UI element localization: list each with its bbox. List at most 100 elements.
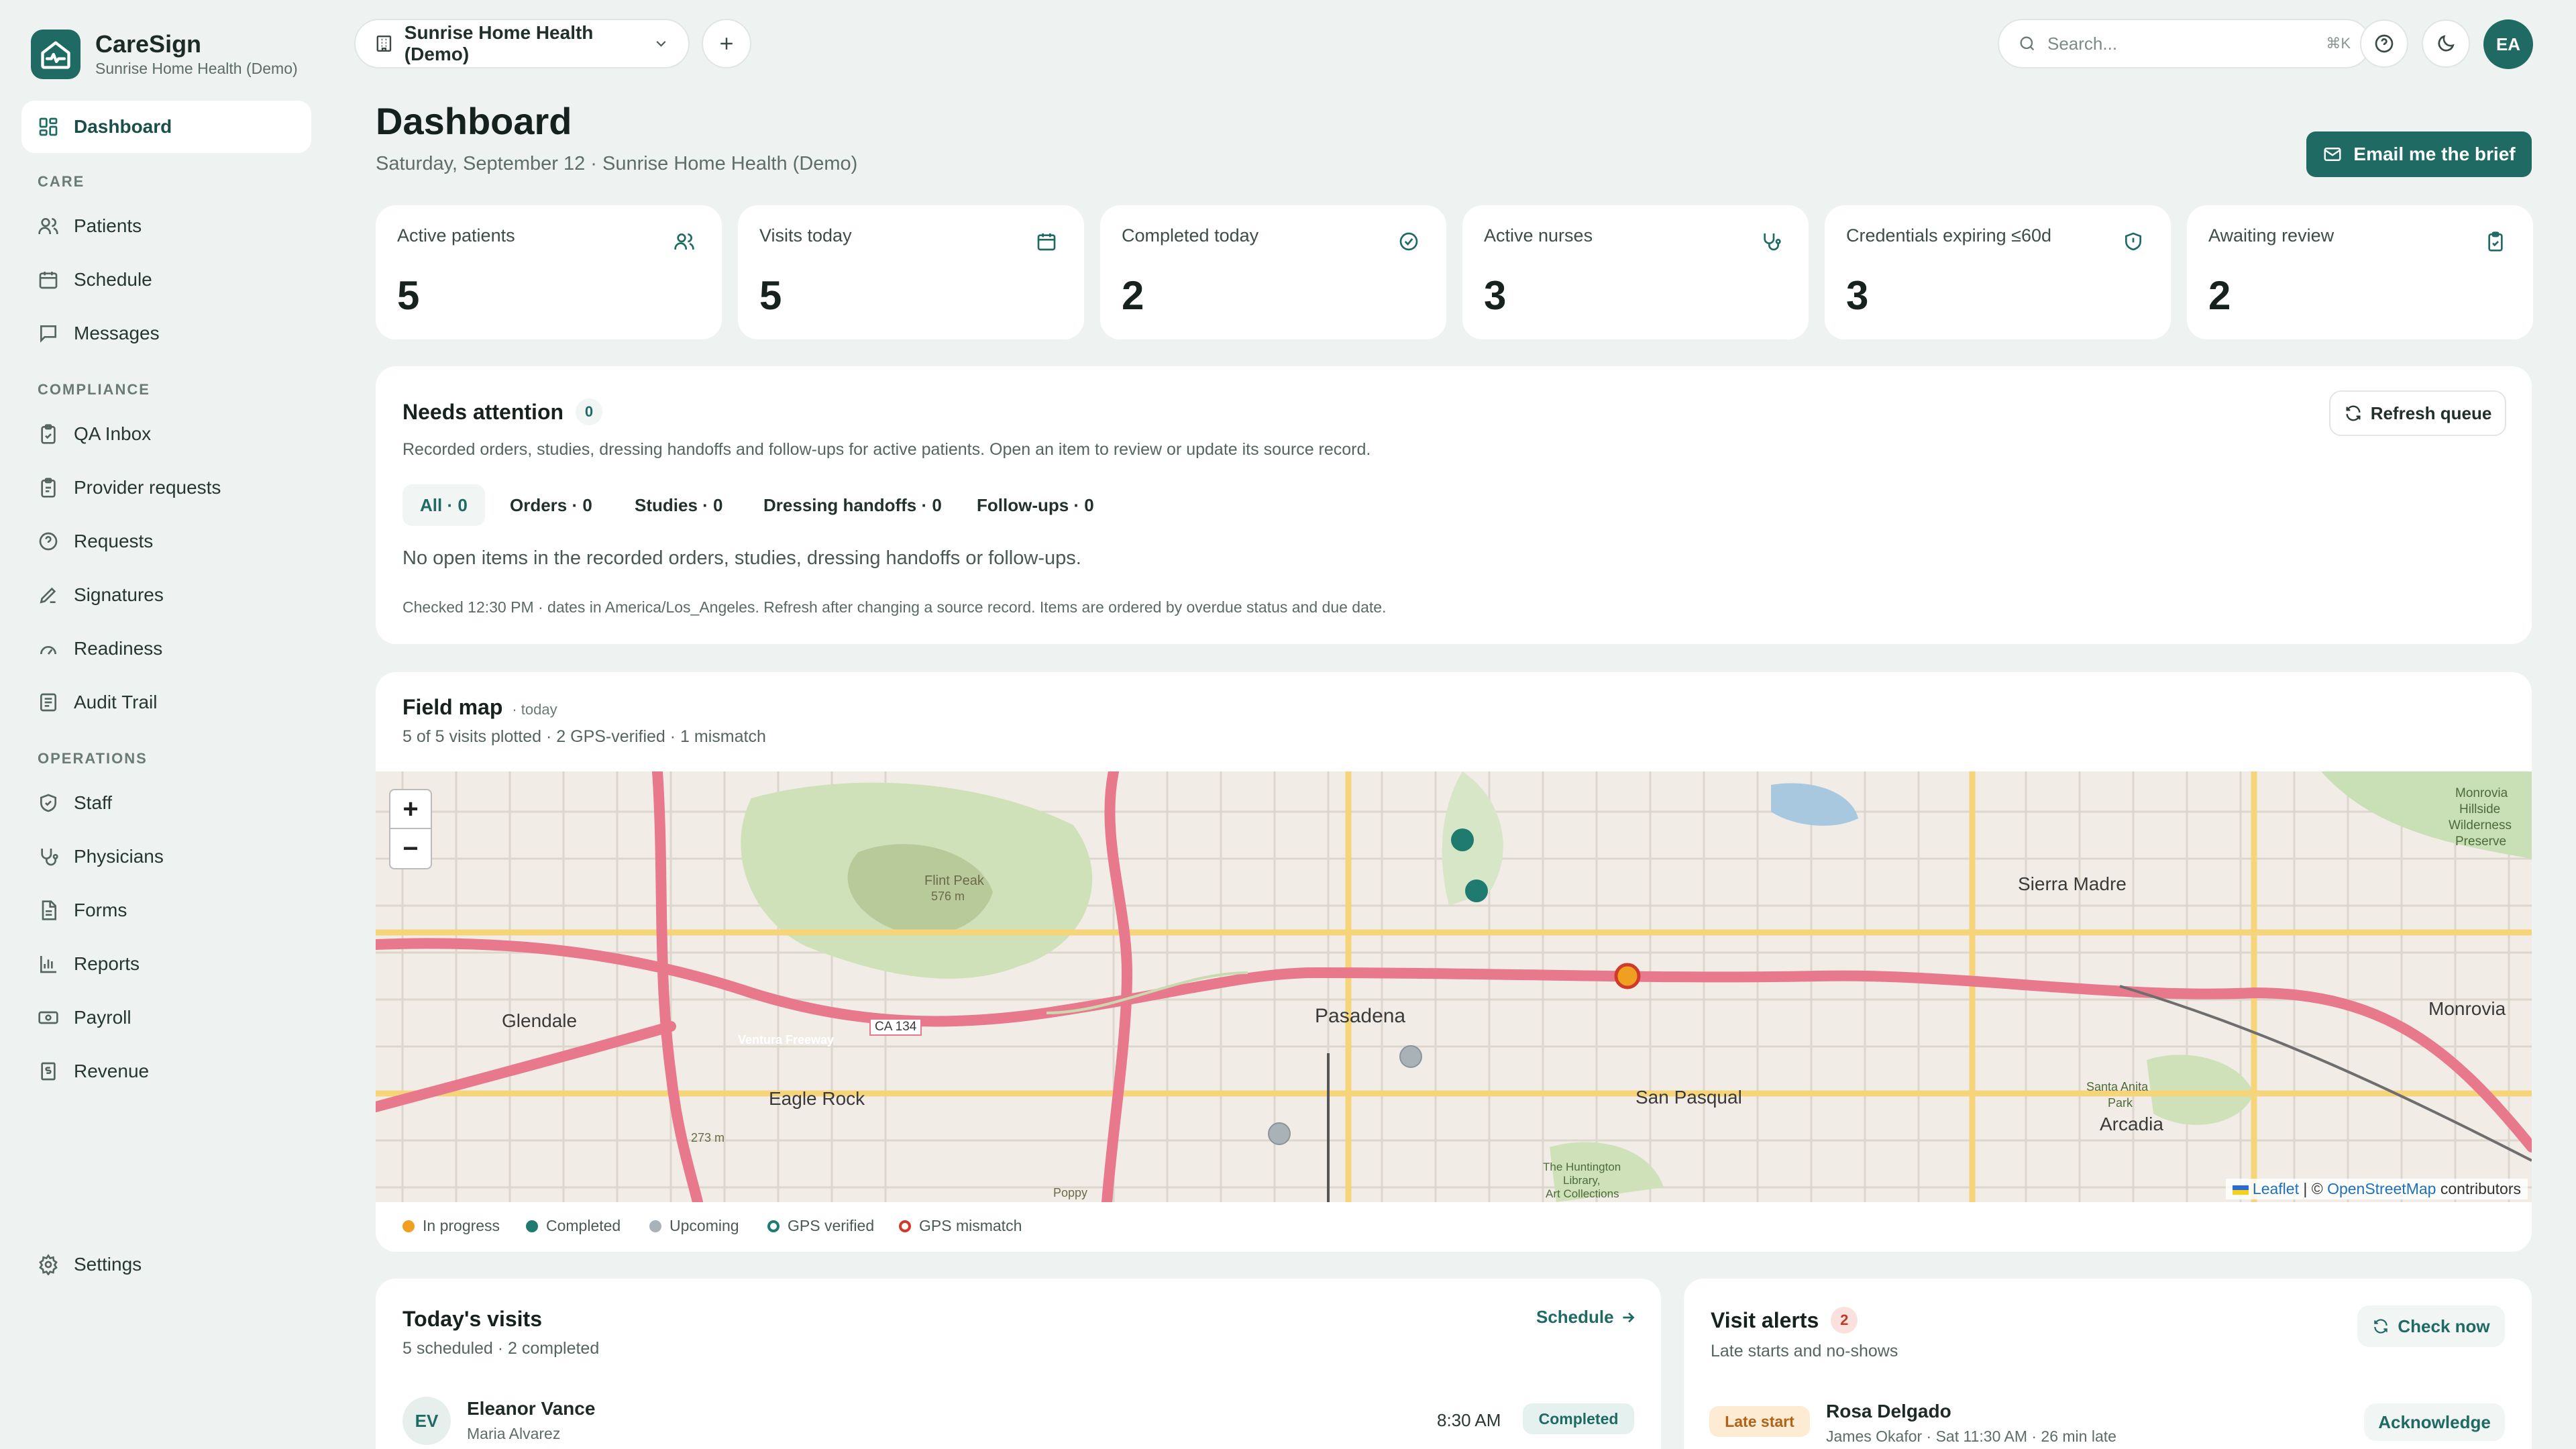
visit-alerts-title: Visit alerts — [1711, 1307, 1819, 1332]
org-selector[interactable]: Sunrise Home Health (Demo) — [354, 19, 690, 68]
mail-icon — [2324, 148, 2341, 161]
map-label-ca134: CA 134 — [869, 1018, 922, 1036]
visit-nurse-name: Maria Alvarez — [467, 1425, 561, 1442]
needs-attention-empty: No open items in the recorded orders, st… — [402, 547, 1081, 569]
search-input[interactable]: Search... ⌘K — [1998, 19, 2371, 68]
sidebar-item-dashboard[interactable]: Dashboard — [21, 101, 311, 153]
sidebar-item-messages[interactable]: Messages — [21, 307, 311, 360]
help-button[interactable] — [2360, 19, 2408, 68]
sidebar-item-revenue[interactable]: Revenue — [21, 1045, 311, 1097]
check-now-button[interactable]: Check now — [2357, 1305, 2505, 1347]
needs-attention-count: 0 — [576, 398, 603, 425]
tab-studies[interactable]: Studies · 0 — [617, 484, 740, 526]
visit-row[interactable]: EV Eleanor Vance Maria Alvarez 8:30 AM C… — [376, 1382, 1661, 1449]
map-label-sierra-madre: Sierra Madre — [2018, 873, 2127, 894]
stat-label: Awaiting review — [2208, 225, 2334, 246]
visit-alerts-header: Visit alerts 2 — [1711, 1307, 1858, 1334]
receipt-icon — [41, 1062, 56, 1081]
sidebar-item-label: Signatures — [74, 584, 164, 605]
sidebar-item-patients[interactable]: Patients — [21, 200, 311, 252]
visit-alerts-subtitle: Late starts and no-shows — [1711, 1342, 1898, 1360]
leaflet-link[interactable]: Leaflet — [2253, 1180, 2299, 1197]
visit-marker-upcoming[interactable] — [1268, 1122, 1291, 1145]
stat-value: 5 — [397, 273, 420, 318]
users-icon — [38, 218, 58, 234]
tab-all[interactable]: All · 0 — [402, 484, 485, 526]
stat-card-active-patients[interactable]: Active patients 5 — [376, 205, 722, 339]
brand-name: CareSign — [95, 30, 202, 58]
sidebar-item-label: Forms — [74, 900, 127, 920]
legend-upcoming: Upcoming — [649, 1217, 739, 1235]
sidebar-item-payroll[interactable]: Payroll — [21, 991, 311, 1044]
stat-card-completed-today[interactable]: Completed today 2 — [1100, 205, 1446, 339]
sidebar-item-label: Settings — [74, 1254, 142, 1275]
add-org-button[interactable] — [702, 19, 751, 68]
sidebar-item-label: Audit Trail — [74, 692, 158, 712]
map-label-preserve: Preserve — [2455, 835, 2507, 849]
needs-attention-footnote: Checked 12:30 PM · dates in America/Los_… — [402, 598, 1387, 616]
refresh-queue-button[interactable]: Refresh queue — [2329, 390, 2506, 436]
visit-marker-completed[interactable] — [1451, 828, 1474, 851]
alert-type-badge: Late start — [1709, 1406, 1810, 1437]
help-circle-icon — [2375, 34, 2394, 53]
alert-row[interactable]: Late start Rosa Delgado James Okafor · S… — [1684, 1389, 2532, 1449]
user-avatar[interactable]: EA — [2483, 19, 2533, 69]
gps-verified-ring-icon — [767, 1220, 780, 1232]
page-subtitle: Saturday, September 12 · Sunrise Home He… — [376, 153, 858, 174]
visit-marker-upcoming[interactable] — [1399, 1045, 1422, 1068]
map-label-monrovia: Monrovia — [2428, 998, 2506, 1019]
sidebar-item-label: Physicians — [74, 846, 164, 867]
sidebar-item-reports[interactable]: Reports — [21, 938, 311, 990]
stat-value: 2 — [1122, 273, 1144, 318]
upcoming-dot-icon — [649, 1220, 661, 1232]
map-view[interactable]: Glendale Pasadena Eagle Rock San Pasqual… — [376, 771, 2532, 1202]
sidebar-item-qa-inbox[interactable]: QA Inbox — [21, 408, 311, 460]
gear-icon — [39, 1254, 58, 1275]
help-circle-icon — [39, 532, 58, 551]
alert-detail: James Okafor · Sat 11:30 AM · 26 min lat… — [1826, 1428, 2116, 1445]
tab-orders[interactable]: Orders · 0 — [492, 484, 610, 526]
sidebar-item-label: Schedule — [74, 269, 152, 290]
attribution-separator: | © — [2298, 1180, 2328, 1197]
sidebar-item-schedule[interactable]: Schedule — [21, 254, 311, 306]
org-selector-label: Sunrise Home Health (Demo) — [404, 22, 594, 64]
visit-marker-in-progress-gps-mismatch[interactable] — [1614, 963, 1641, 989]
visit-marker-completed[interactable] — [1465, 879, 1488, 902]
osm-link[interactable]: OpenStreetMap — [2327, 1180, 2436, 1197]
zoom-in-button[interactable]: + — [389, 789, 432, 829]
sidebar-item-requests[interactable]: Requests — [21, 515, 311, 568]
legend-label: Upcoming — [669, 1217, 739, 1234]
theme-toggle-button[interactable] — [2422, 19, 2470, 68]
stat-card-credentials-expiring[interactable]: Credentials expiring ≤60d 3 — [1825, 205, 2171, 339]
map-attribution: Leaflet | © OpenStreetMap contributors — [2225, 1179, 2528, 1199]
sidebar-item-audit-trail[interactable]: Audit Trail — [21, 676, 311, 729]
sidebar-item-staff[interactable]: Staff — [21, 777, 311, 829]
needs-attention-title: Needs attention — [402, 399, 564, 424]
clipboard-check-icon — [41, 424, 56, 444]
stat-card-active-nurses[interactable]: Active nurses 3 — [1462, 205, 1809, 339]
schedule-link[interactable]: Schedule — [1536, 1307, 1637, 1328]
email-brief-button[interactable]: Email me the brief — [2306, 131, 2532, 177]
sidebar-item-physicians[interactable]: Physicians — [21, 830, 311, 883]
sidebar-item-signatures[interactable]: Signatures — [21, 569, 311, 621]
map-label-huntington-library: Library, — [1563, 1174, 1601, 1187]
sidebar-item-readiness[interactable]: Readiness — [21, 623, 311, 675]
zoom-out-button[interactable]: − — [389, 829, 432, 869]
stat-value: 3 — [1846, 273, 1869, 318]
stat-value: 5 — [759, 273, 782, 318]
sidebar-item-label: Revenue — [74, 1061, 150, 1081]
stat-card-awaiting-review[interactable]: Awaiting review 2 — [2187, 205, 2533, 339]
stat-card-visits-today[interactable]: Visits today 5 — [738, 205, 1084, 339]
sidebar-item-settings[interactable]: Settings — [21, 1238, 311, 1291]
tab-dressing-handoffs[interactable]: Dressing handoffs · 0 — [746, 484, 959, 526]
brand[interactable]: CareSign Sunrise Home Health (Demo) — [31, 30, 298, 79]
sidebar-item-forms[interactable]: Forms — [21, 884, 311, 936]
shield-icon — [40, 794, 56, 812]
acknowledge-button[interactable]: Acknowledge — [2364, 1403, 2505, 1441]
sidebar-item-provider-requests[interactable]: Provider requests — [21, 462, 311, 514]
refresh-icon — [2374, 1319, 2388, 1334]
tab-follow-ups[interactable]: Follow-ups · 0 — [959, 484, 1112, 526]
map-label-arcadia: Arcadia — [2100, 1114, 2163, 1134]
field-map-summary: 5 of 5 visits plotted · 2 GPS-verified ·… — [402, 727, 766, 746]
check-now-label: Check now — [2398, 1316, 2490, 1336]
